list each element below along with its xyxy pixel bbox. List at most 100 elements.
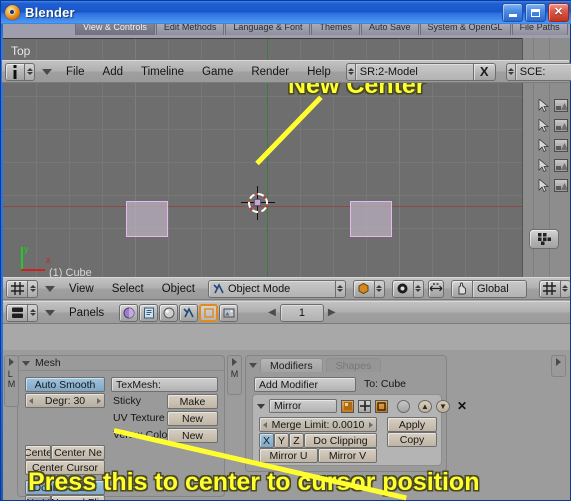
side-window-type-selector[interactable] [538, 279, 570, 298]
transform-orientation-value[interactable]: Global [472, 279, 527, 298]
scene-selector[interactable]: SCE: [505, 62, 571, 81]
menu-panels[interactable]: Panels [62, 303, 111, 323]
delete-screen-button[interactable]: X [473, 62, 496, 81]
mirror-u-button[interactable]: Mirror U [259, 448, 318, 463]
prefs-tab-auto-save[interactable]: Auto Save [360, 24, 419, 35]
draw-type-selector[interactable] [352, 279, 385, 298]
normal-flip-button[interactable]: Normal Flip [51, 495, 105, 500]
menu-game[interactable]: Game [195, 62, 240, 82]
mirror-v-button[interactable]: Mirror V [318, 448, 377, 463]
menu-help[interactable]: Help [300, 62, 338, 82]
vertex-color-new-button[interactable]: New [167, 428, 218, 443]
collapse-triangle-icon[interactable] [257, 403, 265, 409]
collapse-triangle-icon[interactable] [249, 362, 257, 368]
side-row-2[interactable] [538, 119, 568, 132]
editmode-toggle-icon[interactable] [375, 399, 388, 413]
merge-limit-slider[interactable]: Merge Limit: 0.0010 [259, 417, 377, 432]
delete-x-icon[interactable]: ✕ [457, 400, 467, 412]
frame-counter[interactable]: ◀ 1 ▶ [264, 303, 340, 322]
transform-orientation-selector[interactable]: Global [450, 279, 527, 298]
editing-icon[interactable] [199, 303, 219, 322]
menu-object[interactable]: Object [155, 279, 202, 299]
menu-add[interactable]: Add [96, 62, 130, 82]
grid-icon[interactable] [538, 279, 561, 298]
buttons-window-type-spinner[interactable] [28, 303, 38, 322]
buttons-window-icon[interactable] [6, 303, 28, 322]
prefs-tab-edit-methods[interactable]: Edit Methods [155, 24, 225, 35]
auto-smooth-button[interactable]: Auto Smooth [25, 377, 105, 392]
window-title-bar[interactable]: Blender ✕ [1, 1, 571, 24]
mirror-axis-x-button[interactable]: X [259, 433, 274, 448]
mesh-panel-header[interactable]: Mesh [18, 356, 224, 371]
mesh-cube-right[interactable] [350, 201, 392, 237]
menu-timeline[interactable]: Timeline [134, 62, 191, 82]
chevron-down-icon[interactable] [45, 309, 55, 316]
scene-name-field[interactable]: SCE: [515, 62, 571, 81]
prefs-tab-themes[interactable]: Themes [311, 24, 360, 35]
modifiers-panel-right-tab[interactable] [551, 355, 566, 377]
realtime-toggle-icon[interactable] [358, 399, 371, 413]
mesh-panel-right-tab[interactable]: M [227, 355, 242, 395]
mirror-axis-z-button[interactable]: Z [289, 433, 304, 448]
minimize-button[interactable] [502, 3, 523, 22]
view3d-window-type[interactable] [6, 279, 38, 298]
move-down-icon[interactable]: ▼ [436, 399, 450, 413]
snap-icon[interactable] [427, 279, 444, 298]
menu-select[interactable]: Select [105, 279, 151, 299]
sphere-icon[interactable] [397, 399, 410, 413]
center-new-button[interactable]: Center Ne [51, 445, 105, 460]
collapse-triangle-icon[interactable] [22, 360, 30, 366]
prefs-tab-system-opengl[interactable]: System & OpenGL [419, 24, 511, 35]
side-row-5[interactable] [538, 179, 568, 192]
info-window-type[interactable] [5, 62, 35, 81]
chevron-down-icon[interactable] [45, 285, 55, 292]
center-cursor-button[interactable]: Center Cursor [25, 460, 105, 475]
expand-triangle-icon[interactable] [232, 358, 237, 366]
chevron-down-icon[interactable] [42, 68, 52, 75]
shading-solid-icon[interactable] [352, 279, 375, 298]
add-modifier-button[interactable]: Add Modifier [254, 377, 356, 392]
object-icon[interactable] [179, 303, 199, 322]
auto-smooth-degr-slider[interactable]: Degr: 30 [25, 393, 105, 408]
expand-triangle-icon[interactable] [9, 358, 14, 366]
rotation-center-icon[interactable] [391, 279, 414, 298]
side-row-1[interactable] [538, 99, 568, 112]
menu-file[interactable]: File [59, 62, 92, 82]
no-v-button[interactable]: No V [25, 495, 51, 500]
object-mode-spinner[interactable] [335, 279, 346, 298]
side-window-type-icon[interactable] [529, 229, 559, 249]
screen-selector[interactable]: SR:2-Model X [345, 62, 496, 81]
mesh-cube-left[interactable] [126, 201, 168, 237]
info-window-type-spinner[interactable] [25, 62, 35, 81]
mesh-panel-left-tab[interactable]: LM [4, 355, 19, 407]
side-row-3[interactable] [538, 139, 568, 152]
info-icon[interactable] [5, 62, 25, 81]
frame-value[interactable]: 1 [279, 303, 324, 322]
sticky-make-button[interactable]: Make [167, 394, 218, 409]
modifier-name-field[interactable]: Mirror [269, 399, 337, 413]
texmesh-field[interactable]: TexMesh: [111, 377, 218, 392]
screen-browse-spinner[interactable] [345, 62, 356, 81]
left-arrow-icon[interactable]: ◀ [264, 307, 280, 318]
expand-triangle-icon[interactable] [556, 358, 561, 366]
shading-icon[interactable] [159, 303, 179, 322]
scene-icon[interactable] [219, 303, 239, 322]
object-mode-selector[interactable]: Object Mode [207, 279, 346, 298]
copy-modifier-button[interactable]: Copy [387, 432, 437, 447]
mirror-axis-y-button[interactable]: Y [274, 433, 289, 448]
view3d-type-spinner[interactable] [28, 279, 38, 298]
side-strip-header[interactable] [529, 229, 559, 249]
scene-browse-spinner[interactable] [505, 62, 516, 81]
prefs-tab-view-controls[interactable]: View & Controls [75, 24, 155, 35]
menu-render[interactable]: Render [244, 62, 296, 82]
move-up-icon[interactable]: ▲ [418, 399, 432, 413]
close-button[interactable]: ✕ [548, 3, 569, 22]
do-clipping-button[interactable]: Do Clipping [304, 433, 377, 448]
side-window-type-spinner[interactable] [560, 279, 570, 298]
apply-modifier-button[interactable]: Apply [387, 417, 437, 432]
render-toggle-icon[interactable] [341, 399, 354, 413]
tab-modifiers[interactable]: Modifiers [260, 358, 323, 372]
tab-shapes[interactable]: Shapes [325, 358, 382, 372]
side-row-4[interactable] [538, 159, 568, 172]
right-arrow-icon[interactable]: ▶ [324, 307, 340, 318]
